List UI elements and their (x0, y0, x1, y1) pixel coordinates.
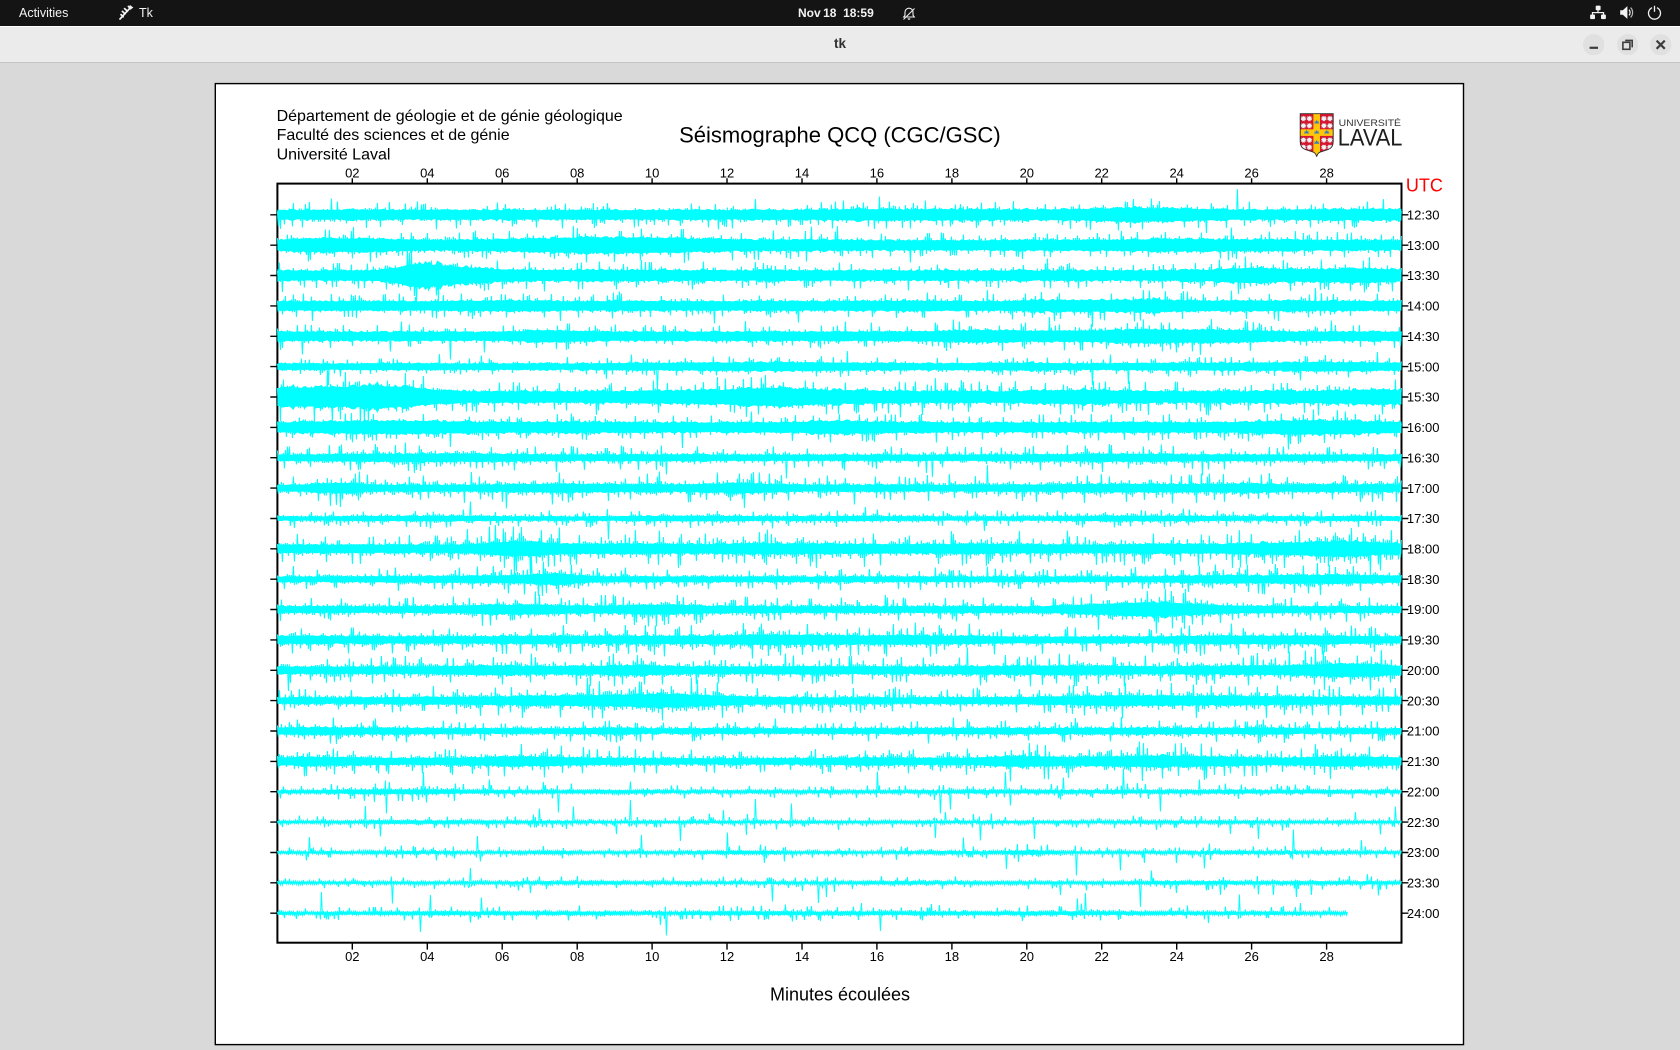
svg-text:12: 12 (720, 165, 734, 180)
svg-text:14:30: 14:30 (1407, 329, 1440, 344)
svg-text:22:30: 22:30 (1407, 815, 1440, 830)
svg-text:Minutes écoulées: Minutes écoulées (770, 985, 910, 1005)
svg-text:16: 16 (870, 165, 884, 180)
svg-text:14: 14 (795, 949, 809, 964)
svg-text:20:00: 20:00 (1407, 663, 1440, 678)
svg-text:19:00: 19:00 (1407, 602, 1440, 617)
svg-text:18: 18 (945, 949, 959, 964)
svg-text:02: 02 (345, 949, 359, 964)
svg-text:24: 24 (1169, 165, 1183, 180)
svg-text:UTC: UTC (1406, 175, 1443, 195)
svg-text:10: 10 (645, 165, 659, 180)
svg-text:18: 18 (945, 165, 959, 180)
svg-text:06: 06 (495, 165, 509, 180)
svg-text:20: 20 (1020, 949, 1034, 964)
svg-text:20: 20 (1020, 165, 1034, 180)
svg-text:17:00: 17:00 (1407, 481, 1440, 496)
svg-text:Séismographe QCQ (CGC/GSC): Séismographe QCQ (CGC/GSC) (679, 122, 1001, 147)
svg-text:26: 26 (1244, 165, 1258, 180)
svg-text:12:30: 12:30 (1407, 208, 1440, 223)
svg-text:18:00: 18:00 (1407, 542, 1440, 557)
svg-text:10: 10 (645, 949, 659, 964)
svg-text:17:30: 17:30 (1407, 511, 1440, 526)
svg-text:23:30: 23:30 (1407, 876, 1440, 891)
svg-text:12: 12 (720, 949, 734, 964)
svg-text:13:00: 13:00 (1407, 238, 1440, 253)
svg-text:24:00: 24:00 (1407, 906, 1440, 921)
svg-text:Faculté des sciences et de gén: Faculté des sciences et de génie (277, 127, 510, 144)
svg-text:Département de géologie et de: Département de géologie et de génie géol… (277, 108, 623, 125)
svg-text:20:30: 20:30 (1407, 693, 1440, 708)
svg-text:28: 28 (1319, 165, 1333, 180)
svg-text:15:30: 15:30 (1407, 390, 1440, 405)
svg-text:24: 24 (1169, 949, 1183, 964)
svg-text:22: 22 (1094, 949, 1108, 964)
svg-text:28: 28 (1319, 949, 1333, 964)
svg-text:14: 14 (795, 165, 809, 180)
svg-text:04: 04 (420, 949, 434, 964)
svg-text:22: 22 (1094, 165, 1108, 180)
svg-text:LAVAL: LAVAL (1338, 124, 1403, 151)
svg-text:15:00: 15:00 (1407, 359, 1440, 374)
svg-text:08: 08 (570, 165, 584, 180)
svg-text:26: 26 (1244, 949, 1258, 964)
svg-text:16:30: 16:30 (1407, 450, 1440, 465)
svg-text:02: 02 (345, 165, 359, 180)
svg-text:13:30: 13:30 (1407, 268, 1440, 283)
svg-text:16:00: 16:00 (1407, 420, 1440, 435)
svg-text:19:30: 19:30 (1407, 633, 1440, 648)
svg-text:21:30: 21:30 (1407, 754, 1440, 769)
svg-text:04: 04 (420, 165, 434, 180)
svg-text:18:30: 18:30 (1407, 572, 1440, 587)
svg-text:16: 16 (870, 949, 884, 964)
svg-text:21:00: 21:00 (1407, 724, 1440, 739)
svg-text:08: 08 (570, 949, 584, 964)
svg-text:06: 06 (495, 949, 509, 964)
svg-text:14:00: 14:00 (1407, 299, 1440, 314)
svg-text:Université Laval: Université Laval (277, 146, 391, 163)
svg-text:22:00: 22:00 (1407, 784, 1440, 799)
svg-text:23:00: 23:00 (1407, 845, 1440, 860)
